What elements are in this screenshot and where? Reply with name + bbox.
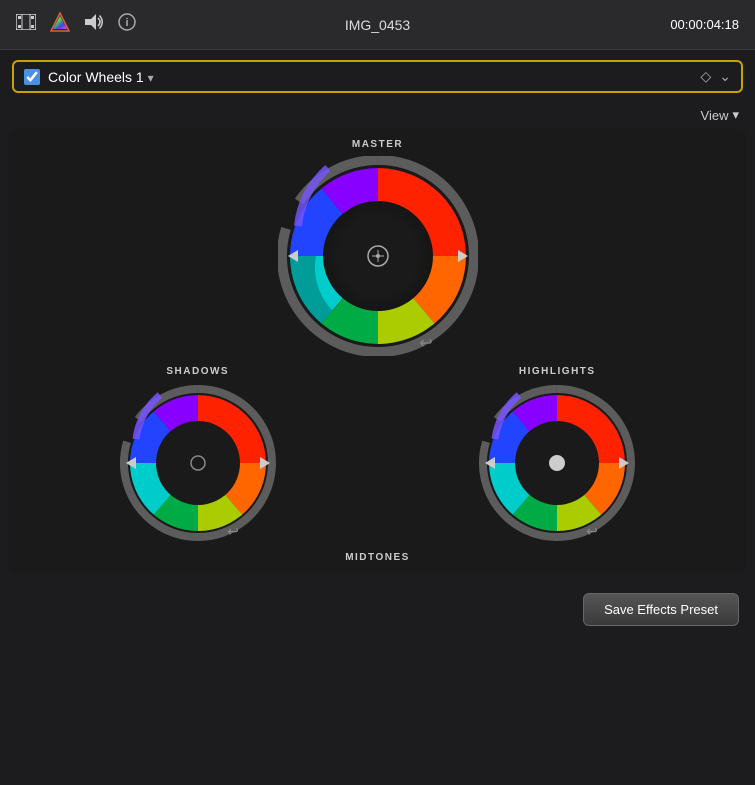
effect-name: Color Wheels 1 ▾ <box>48 69 692 85</box>
master-label: MASTER <box>352 139 403 150</box>
clip-title: IMG_0453 <box>345 17 410 33</box>
toolbar: i IMG_0453 00:00:04:18 <box>0 0 755 50</box>
master-wheel-wrapper[interactable]: ↩ <box>278 156 478 356</box>
playhead-time: 00:00:04:18 <box>670 17 739 32</box>
shadows-color-wheel[interactable]: ↩ <box>118 383 278 543</box>
toolbar-icons: i <box>16 12 136 37</box>
svg-text:↩: ↩ <box>419 335 432 352</box>
shadows-section: SHADOWS <box>118 366 278 543</box>
shadows-label: SHADOWS <box>166 366 229 377</box>
bottom-wheels: SHADOWS <box>18 366 737 543</box>
effect-enable-checkbox[interactable] <box>24 69 40 85</box>
highlights-wheel-wrapper[interactable]: ↩ <box>477 383 637 543</box>
view-button[interactable]: View ▾ <box>701 107 739 123</box>
info-icon[interactable]: i <box>118 13 136 36</box>
svg-text:↩: ↩ <box>227 523 239 539</box>
svg-text:↩: ↩ <box>586 523 598 539</box>
highlights-label: HIGHLIGHTS <box>519 366 596 377</box>
save-effects-preset-button[interactable]: Save Effects Preset <box>583 593 739 626</box>
keyframe-diamond-icon[interactable]: ◇ <box>700 68 711 85</box>
effect-row[interactable]: Color Wheels 1 ▾ ◇ ⌄ <box>12 60 743 93</box>
effect-dropdown-arrow[interactable]: ▾ <box>148 71 154 85</box>
view-row: View ▾ <box>0 103 755 129</box>
footer: Save Effects Preset <box>0 581 755 638</box>
master-color-wheel[interactable]: ↩ <box>278 156 478 356</box>
color-wheels-panel: MASTER <box>8 129 747 573</box>
highlights-color-wheel[interactable]: ↩ <box>477 383 637 543</box>
color-icon[interactable] <box>50 12 70 37</box>
shadows-wheel-wrapper[interactable]: ↩ <box>118 383 278 543</box>
svg-text:i: i <box>125 17 128 29</box>
effect-expand-icon[interactable]: ⌄ <box>719 68 731 85</box>
highlights-section: HIGHLIGHTS <box>477 366 637 543</box>
master-section: MASTER <box>18 139 737 356</box>
midtones-label: MIDTONES <box>345 552 410 563</box>
film-icon[interactable] <box>16 14 36 35</box>
audio-icon[interactable] <box>84 13 104 36</box>
